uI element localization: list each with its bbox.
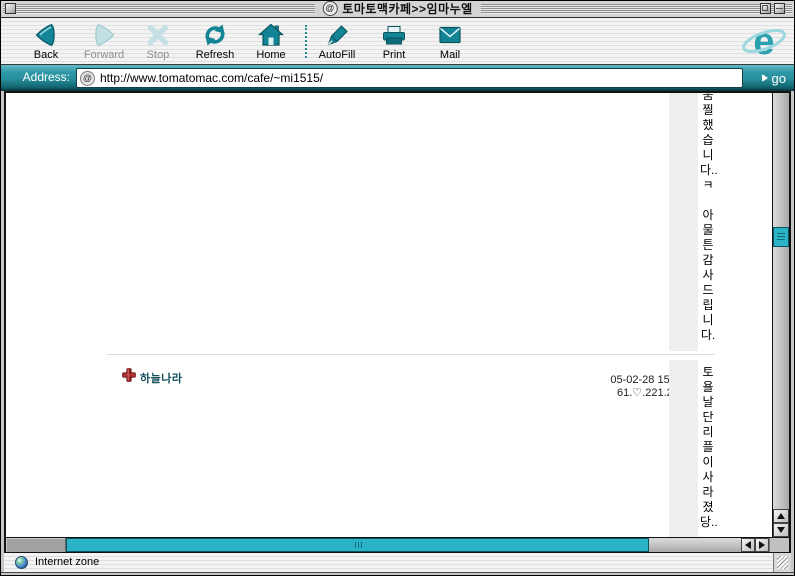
security-zone-text: Internet zone <box>35 556 99 569</box>
frame-corner-pane <box>6 538 66 552</box>
vertical-scrollbar-thumb[interactable] <box>773 227 789 247</box>
post-timestamp-block: 05-02-28 15:18 61.♡.221.215 <box>486 374 685 400</box>
window-title-text: 토마토맥카페>>임마누엘 <box>342 0 472 17</box>
post-bottom-gray-cell <box>669 360 698 537</box>
zoom-box[interactable] <box>760 3 771 14</box>
toolbar: Back Forward Stop Refresh Home <box>0 18 795 65</box>
up-arrow-icon <box>777 513 785 519</box>
mail-label: Mail <box>440 50 460 61</box>
horizontal-scrollbar-thumb[interactable] <box>66 538 649 552</box>
author-badge[interactable]: 하늘나라 <box>122 368 182 387</box>
back-button[interactable]: Back <box>18 22 74 61</box>
red-cross-icon <box>122 368 136 387</box>
left-arrow-icon <box>745 541 751 549</box>
window-bottom-edge <box>1 572 794 576</box>
internet-explorer-logo: e <box>740 20 788 69</box>
scroll-right-button[interactable] <box>755 538 769 552</box>
home-house-icon <box>257 22 285 48</box>
refresh-label: Refresh <box>196 50 235 61</box>
back-arrow-icon <box>33 22 59 48</box>
author-name: 하늘나라 <box>140 370 182 386</box>
autofill-button[interactable]: AutoFill <box>309 22 365 61</box>
windowshade-box[interactable] <box>774 3 785 14</box>
forward-label: Forward <box>84 50 124 61</box>
forward-arrow-icon <box>91 22 117 48</box>
mail-button[interactable]: Mail <box>422 22 478 61</box>
stop-button[interactable]: Stop <box>130 22 186 61</box>
home-button[interactable]: Home <box>243 22 299 61</box>
address-input[interactable] <box>100 71 742 85</box>
envelope-icon <box>436 22 464 48</box>
post-bottom-side-text: 토 욜 날 단 리 플 이 사 라 졌 당.. <box>700 365 716 530</box>
print-button[interactable]: Print <box>366 22 422 61</box>
printer-icon <box>379 22 409 48</box>
go-button[interactable]: go <box>759 69 789 87</box>
refresh-arrows-icon <box>201 22 229 48</box>
down-arrow-icon <box>777 527 785 533</box>
address-bar: Address: @ go <box>0 65 795 91</box>
post-top-side-text: 움 찔 했 습 니 다.. ㅋ 아 물 튼 감 사 드 립 니 다. <box>700 93 716 343</box>
svg-text:e: e <box>753 21 774 63</box>
go-label: go <box>772 71 786 86</box>
post-date: 05-02-28 15:18 <box>486 374 685 387</box>
vertical-scrollbar[interactable] <box>772 93 789 537</box>
post-top-gray-cell <box>669 93 698 351</box>
page-content: 움 찔 했 습 니 다.. ㅋ 아 물 튼 감 사 드 립 니 다. 하늘나라 … <box>6 93 772 537</box>
scrollbar-corner <box>769 538 789 552</box>
forward-button[interactable]: Forward <box>76 22 132 61</box>
post-divider <box>107 354 715 355</box>
address-field[interactable]: @ <box>76 68 743 88</box>
toolbar-separator <box>305 25 307 58</box>
globe-icon <box>15 556 28 569</box>
go-chevron-icon <box>762 74 768 82</box>
status-bar: Internet zone <box>4 553 791 572</box>
scroll-down-button[interactable] <box>773 523 789 537</box>
window-resize-grip[interactable] <box>773 553 791 572</box>
close-box[interactable] <box>5 3 16 14</box>
window-title: @ 토마토맥카페>>임마누엘 <box>314 0 480 17</box>
address-label: Address: <box>14 70 70 84</box>
browser-window: @ 토마토맥카페>>임마누엘 Back Forward Stop <box>0 0 795 576</box>
horizontal-scrollbar[interactable] <box>4 537 791 553</box>
stop-x-icon <box>146 22 170 48</box>
home-label: Home <box>256 50 285 61</box>
url-at-icon: @ <box>80 71 95 86</box>
right-arrow-icon <box>759 541 765 549</box>
post-ip: 61.♡.221.215 <box>486 387 685 400</box>
autofill-pen-icon <box>324 22 350 48</box>
content-frame: 움 찔 했 습 니 다.. ㅋ 아 물 튼 감 사 드 립 니 다. 하늘나라 … <box>4 91 791 537</box>
titlebar[interactable]: @ 토마토맥카페>>임마누엘 <box>0 0 795 18</box>
print-label: Print <box>383 50 406 61</box>
refresh-button[interactable]: Refresh <box>187 22 243 61</box>
scroll-up-button[interactable] <box>773 509 789 523</box>
stop-label: Stop <box>147 50 170 61</box>
scroll-left-button[interactable] <box>741 538 755 552</box>
page-at-icon: @ <box>322 1 337 16</box>
back-label: Back <box>34 50 58 61</box>
autofill-label: AutoFill <box>319 50 356 61</box>
